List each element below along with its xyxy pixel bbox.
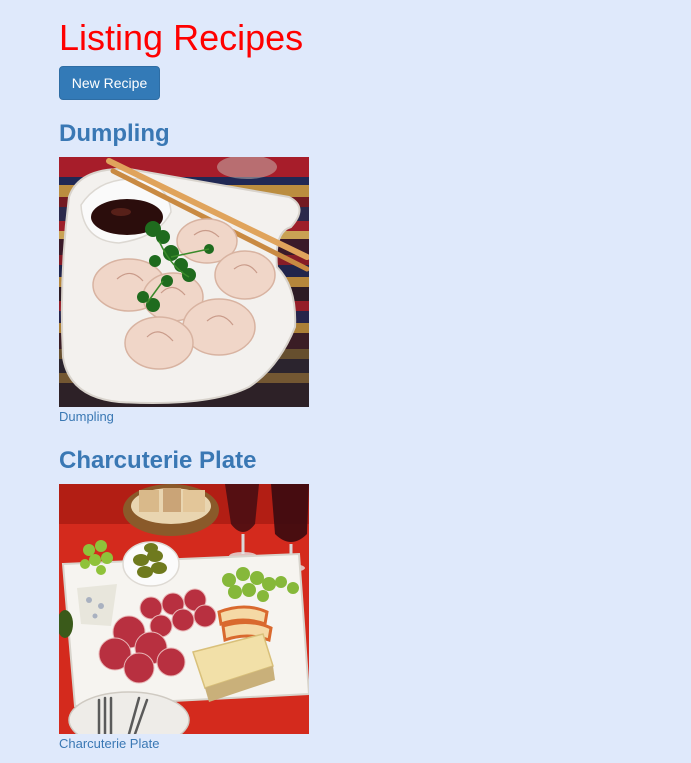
recipe-caption-link[interactable]: Charcuterie Plate [59, 736, 159, 752]
recipe-caption-link[interactable]: Dumpling [59, 409, 114, 425]
recipe-image-charcuterie[interactable] [59, 484, 309, 734]
recipe-title-link[interactable]: Charcuterie Plate [59, 446, 256, 476]
new-recipe-button[interactable]: New Recipe [59, 66, 160, 100]
dumpling-photo [59, 157, 309, 407]
page-title: Listing Recipes [59, 17, 304, 58]
recipes-page: Listing Recipes New Recipe Dumpling Dump… [0, 0, 691, 763]
recipe-image-dumpling[interactable] [59, 157, 309, 407]
charcuterie-photo [59, 484, 309, 734]
recipe-title-link[interactable]: Dumpling [59, 119, 170, 149]
